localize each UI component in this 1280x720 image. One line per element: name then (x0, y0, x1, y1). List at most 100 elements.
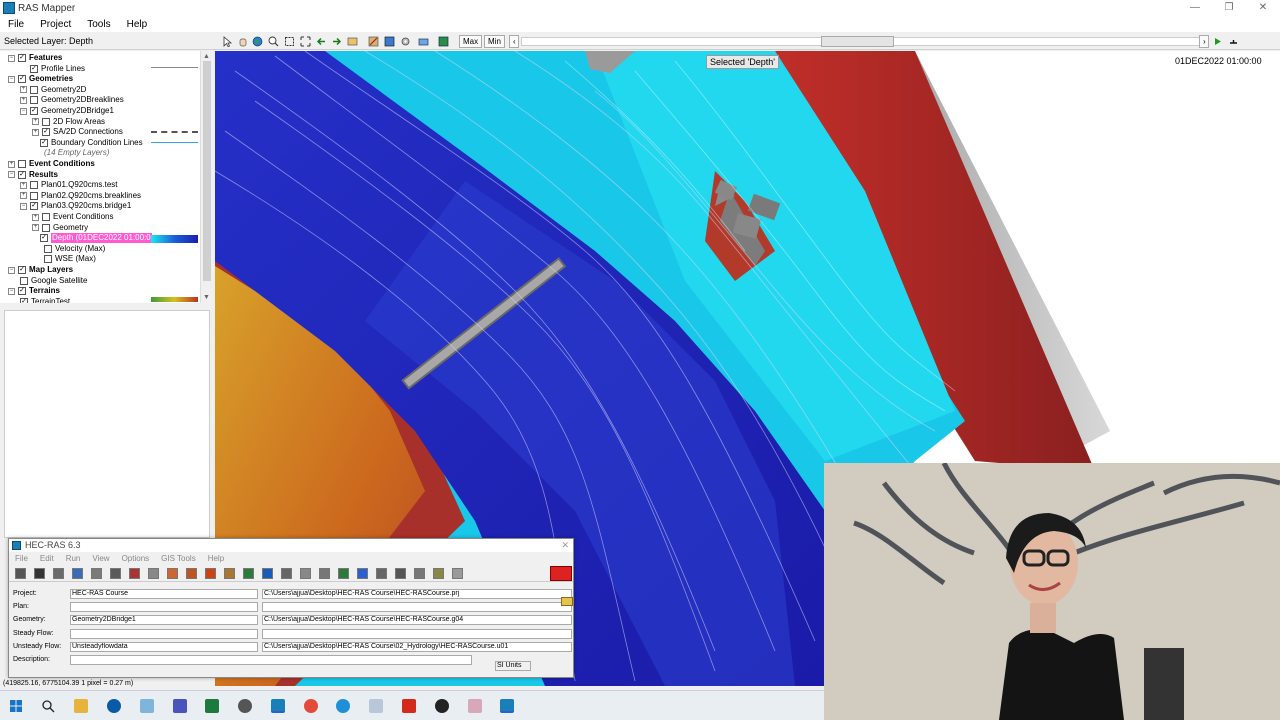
pointer-icon[interactable] (222, 36, 233, 47)
settings-icon[interactable] (238, 699, 252, 713)
app-icon[interactable] (140, 699, 154, 713)
back-arrow-icon[interactable] (316, 36, 327, 47)
hec-tool-icon[interactable] (53, 568, 64, 579)
layer-checkbox[interactable] (42, 223, 50, 232)
layer-checkbox[interactable] (44, 255, 52, 264)
tree-item[interactable]: − ✓ Terrains (8, 286, 60, 296)
collapse-icon[interactable]: − (8, 287, 15, 295)
teams-icon[interactable] (173, 699, 187, 713)
animation-speed-icon[interactable] (1228, 36, 1239, 47)
hec-menu-run[interactable]: Run (60, 554, 87, 563)
hec-tool-icon[interactable] (433, 568, 444, 579)
tree-item[interactable]: − ✓ Geometries (8, 74, 73, 84)
tree-item[interactable]: + Geometry2DBreaklines (20, 95, 124, 105)
layer-checkbox[interactable] (18, 160, 26, 168)
tree-item[interactable]: − ✓ Geometry2DBridge1 (20, 106, 114, 116)
tree-item[interactable]: + Event Conditions (8, 159, 95, 169)
tree-item[interactable]: − ✓ Results (8, 170, 58, 180)
close-button[interactable]: ✕ (1246, 0, 1280, 16)
tree-item[interactable]: Google Satellite (20, 276, 87, 286)
expand-icon[interactable]: + (32, 128, 39, 136)
layer-checkbox[interactable]: ✓ (18, 75, 26, 84)
field-value[interactable] (70, 628, 258, 639)
layer-checkbox[interactable] (42, 117, 50, 126)
time-slider-thumb[interactable] (821, 36, 894, 47)
layer-checkbox[interactable]: ✓ (40, 138, 48, 147)
hec-tool-icon[interactable] (186, 568, 197, 579)
zoom-in-icon[interactable] (268, 36, 279, 47)
expand-icon[interactable]: + (32, 224, 39, 232)
hec-tool-icon[interactable] (319, 568, 330, 579)
expand-icon[interactable]: + (20, 96, 27, 104)
obs-icon[interactable] (435, 699, 449, 713)
collapse-icon[interactable]: − (8, 171, 15, 179)
time-step-back-button[interactable]: ‹ (509, 35, 519, 48)
tree-item[interactable]: + Geometry2D (20, 85, 86, 95)
hec-tool-icon[interactable] (357, 568, 368, 579)
layer-checkbox[interactable] (30, 85, 38, 94)
excel-icon[interactable] (205, 699, 219, 713)
collapse-icon[interactable]: − (8, 266, 15, 274)
hec-ras-close-button[interactable]: ✕ (561, 539, 569, 552)
search-icon[interactable] (41, 699, 55, 713)
expand-icon[interactable]: + (8, 160, 15, 168)
hec-menu-view[interactable]: View (86, 554, 115, 563)
hec-tool-icon[interactable] (281, 568, 292, 579)
tree-item[interactable]: + Event Conditions (32, 212, 113, 222)
pan-hand-icon[interactable] (237, 36, 248, 47)
hec-tool-icon[interactable] (224, 568, 235, 579)
snipping-icon[interactable] (468, 699, 482, 713)
windows-start-icon[interactable] (9, 699, 23, 713)
layer-checkbox[interactable] (44, 244, 52, 253)
tree-item[interactable]: + Plan02.Q920cms.breaklines (20, 191, 141, 201)
hec-tool-icon[interactable] (91, 568, 102, 579)
hec-menu-gis-tools[interactable]: GIS Tools (155, 554, 202, 563)
hec-tool-icon[interactable] (205, 568, 216, 579)
hec-tool-icon[interactable] (129, 568, 140, 579)
collapse-icon[interactable]: − (20, 202, 27, 210)
field-value[interactable]: Unsteadyflowdata (70, 641, 258, 652)
collapse-icon[interactable]: − (8, 75, 15, 83)
open-folder-icon[interactable] (561, 597, 573, 606)
file-explorer-icon[interactable] (74, 699, 88, 713)
layer-checkbox[interactable] (30, 191, 38, 200)
hec-tool-icon[interactable] (300, 568, 311, 579)
field-value[interactable]: Geometry2DBridge1 (70, 615, 258, 626)
hec-tool-icon[interactable] (395, 568, 406, 579)
layer-checkbox[interactable]: ✓ (18, 266, 26, 274)
layer-checkbox[interactable]: ✓ (18, 54, 26, 62)
hec-tool-icon[interactable] (72, 568, 83, 579)
ras-mapper-taskbar-icon[interactable] (500, 699, 514, 713)
layer-checkbox[interactable]: ✓ (30, 107, 38, 115)
layer-checkbox[interactable] (20, 276, 28, 285)
edge-icon[interactable] (336, 699, 350, 713)
expand-icon[interactable]: + (20, 181, 27, 189)
browser-icon[interactable] (107, 699, 121, 713)
tree-item[interactable]: (14 Empty Layers) (44, 148, 109, 158)
hec-tool-icon[interactable] (414, 568, 425, 579)
tree-item[interactable]: + ✓ SA/2D Connections (32, 127, 123, 137)
menu-help[interactable]: Help (119, 19, 156, 30)
hec-menu-options[interactable]: Options (116, 554, 156, 563)
expand-icon[interactable]: + (20, 192, 27, 200)
tree-item[interactable]: − ✓ Features (8, 53, 62, 63)
time-step-forward-button[interactable]: › (1199, 35, 1209, 48)
collapse-icon[interactable]: − (8, 54, 15, 62)
hec-tool-icon[interactable] (15, 568, 26, 579)
tree-item[interactable]: WSE (Max) (44, 254, 96, 264)
ras-mapper-button[interactable] (550, 566, 572, 581)
menu-file[interactable]: File (0, 19, 32, 30)
maximize-button[interactable]: ❐ (1212, 0, 1246, 16)
play-icon[interactable] (1212, 36, 1223, 47)
pdf-reader-icon[interactable] (402, 699, 416, 713)
hec-tool-icon[interactable] (148, 568, 159, 579)
field-value[interactable]: HEC-RAS Course (70, 589, 258, 599)
minimize-button[interactable]: — (1178, 0, 1212, 16)
layer-checkbox[interactable]: ✓ (40, 234, 48, 243)
hec-tool-icon[interactable] (34, 568, 45, 579)
field-value[interactable] (70, 602, 258, 613)
full-extent-icon[interactable] (300, 36, 311, 47)
field-value[interactable] (70, 655, 472, 665)
hec-tool-icon[interactable] (338, 568, 349, 579)
collapse-icon[interactable]: − (20, 107, 27, 115)
